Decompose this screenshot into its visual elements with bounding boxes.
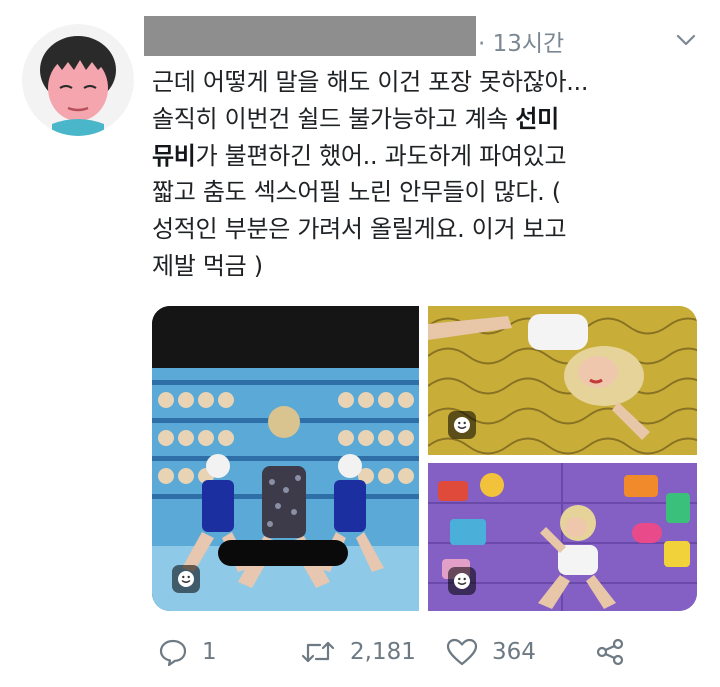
tweet-line: 솔직히 이번건 쉴드 불가능하고 계속 선미 [152,101,702,138]
retweet-icon [301,641,335,663]
smiley-icon[interactable] [448,411,476,439]
media-grid [152,306,697,611]
share-icon [596,638,624,666]
like-count: 364 [492,639,536,665]
tweet-text: 근데 어떻게 말을 해도 이건 포장 못하잖아... 솔직히 이번건 쉴드 불가… [152,64,702,285]
tweet-line: 제발 먹금 ) [152,248,702,285]
highlighted-keyword: 선미 [515,104,559,133]
smiley-icon[interactable] [448,567,476,595]
tweet-line: 짧고 춤도 섹스어필 노린 안무들이 많다. ( [152,174,702,211]
share-button[interactable] [594,630,640,674]
tweet-line: 성적인 부분은 가려서 올릴게요. 이거 보고 [152,211,702,248]
avatar[interactable] [22,24,134,136]
tweet-line-text: 제발 먹금 ) [152,251,263,280]
action-bar: 1 2,181 364 [0,630,720,674]
tweet-line-text: 솔직히 이번건 쉴드 불가능하고 계속 [152,104,516,133]
tweet-line-text: 짧고 춤도 섹스어필 노린 안무들이 많다. ( [152,178,561,207]
media-image-3[interactable] [428,463,697,611]
timestamp[interactable]: · 13시간 [478,24,564,58]
tweet-line-text: 성적인 부분은 가려서 올릴게요. 이거 보고 [152,215,567,244]
reply-button[interactable]: 1 [158,630,217,674]
heart-icon [446,638,478,666]
tweet-line-text: 가 불편하긴 했어.. 과도하게 파여있고 [195,141,567,170]
tweet-line-text: 근데 어떻게 말을 해도 이건 포장 못하잖아... [152,68,589,96]
tweet-line: 뮤비가 불편하긴 했어.. 과도하게 파여있고 [152,138,702,175]
media-image-1[interactable] [152,306,419,611]
redacted-username [144,16,476,56]
retweet-count: 2,181 [350,639,416,665]
media-image-2[interactable] [428,306,697,455]
avatar-illustration [22,24,134,136]
reply-count: 1 [202,639,217,665]
highlighted-keyword: 뮤비 [152,141,196,170]
chevron-down-icon[interactable] [674,30,698,50]
tweet-line: 근데 어떻게 말을 해도 이건 포장 못하잖아... [152,64,702,101]
like-button[interactable]: 364 [446,630,536,674]
smiley-icon[interactable] [172,565,200,593]
retweet-button[interactable]: 2,181 [300,630,416,674]
reply-icon [159,639,187,667]
